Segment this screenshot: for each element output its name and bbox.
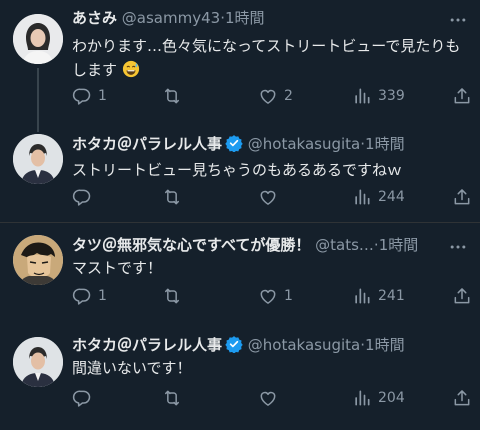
views-button[interactable]: 241 <box>352 284 405 308</box>
views-icon <box>352 86 372 106</box>
tweet-text-line: 間違いないです！ <box>72 359 192 377</box>
tweet-4[interactable]: ホタカ＠パラレル人事 @hotakasugita·1時間 間違いないです！ 20… <box>0 325 480 430</box>
user-handle[interactable]: @asammy43 <box>122 9 220 27</box>
retweet-icon <box>162 286 182 306</box>
views-count: 204 <box>378 390 405 406</box>
retweet-button[interactable] <box>162 386 188 410</box>
avatar[interactable] <box>13 337 63 387</box>
views-count: 244 <box>378 189 405 205</box>
tweet-header: ホタカ＠パラレル人事 @hotakasugita·1時間 <box>72 335 405 355</box>
tweet-actions: 204 <box>72 386 472 410</box>
like-button[interactable]: 2 <box>258 84 293 108</box>
like-count: 1 <box>284 288 293 304</box>
user-handle[interactable]: @tats… <box>315 236 374 254</box>
reply-button[interactable] <box>72 185 98 209</box>
views-button[interactable]: 244 <box>352 185 405 209</box>
verified-badge-icon <box>225 335 243 353</box>
tweet-actions: 244 <box>72 185 472 209</box>
like-icon <box>258 187 278 207</box>
tweet-1[interactable]: あさみ @asammy43·1時間 わかります…色々気になってストリートビューで… <box>0 0 480 112</box>
thread-line <box>37 68 39 112</box>
tweet-text-line: します <box>72 58 472 82</box>
views-button[interactable]: 339 <box>352 84 405 108</box>
more-icon[interactable] <box>448 237 468 257</box>
reply-count: 1 <box>98 88 107 104</box>
like-count: 2 <box>284 88 293 104</box>
reply-icon <box>72 286 92 306</box>
grinning-sweat-emoji <box>122 60 139 78</box>
timestamp[interactable]: 1時間 <box>365 336 405 354</box>
tweet-actions: 1 1 241 <box>72 284 472 308</box>
reply-icon <box>72 388 92 408</box>
tweet-header: ホタカ＠パラレル人事 @hotakasugita·1時間 <box>72 134 405 154</box>
like-icon <box>258 86 278 106</box>
tweet-text: ストリートビュー見ちゃうのもあるあるですねｗ <box>72 158 472 182</box>
views-icon <box>352 187 372 207</box>
views-button[interactable]: 204 <box>352 386 405 410</box>
reply-count: 1 <box>98 288 107 304</box>
reply-icon <box>72 187 92 207</box>
verified-badge-icon <box>225 134 243 152</box>
display-name[interactable]: ホタカ＠パラレル人事 <box>72 336 222 354</box>
display-name[interactable]: ホタカ＠パラレル人事 <box>72 135 222 153</box>
display-name[interactable]: タツ＠無邪気な心ですべてが優勝！ <box>72 236 310 254</box>
like-icon <box>258 286 278 306</box>
tweet-text-line: ストリートビュー見ちゃうのもあるあるですねｗ <box>72 161 403 179</box>
tweet-header: タツ＠無邪気な心ですべてが優勝！ @tats…·1時間 <box>72 235 418 255</box>
tweet-actions: 1 2 339 <box>72 84 472 108</box>
views-count: 339 <box>378 88 405 104</box>
user-handle[interactable]: @hotakasugita <box>248 336 360 354</box>
reply-icon <box>72 86 92 106</box>
tweet-text-line: マストです！ <box>72 259 163 277</box>
share-icon <box>452 286 472 306</box>
retweet-icon <box>162 388 182 408</box>
thread-line <box>37 112 39 132</box>
tweet-3[interactable]: タツ＠無邪気な心ですべてが優勝！ @tats…·1時間 マストです！ 1 1 2… <box>0 223 480 325</box>
more-icon[interactable] <box>448 10 468 30</box>
views-count: 241 <box>378 288 405 304</box>
retweet-icon <box>162 86 182 106</box>
tweet-text: 間違いないです！ <box>72 356 472 380</box>
share-button[interactable] <box>452 185 478 209</box>
share-button[interactable] <box>452 386 478 410</box>
avatar[interactable] <box>13 134 63 184</box>
retweet-button[interactable] <box>162 84 188 108</box>
share-icon <box>452 388 472 408</box>
share-button[interactable] <box>452 284 478 308</box>
avatar[interactable] <box>13 14 63 64</box>
views-icon <box>352 286 372 306</box>
tweet-header: あさみ @asammy43·1時間 <box>72 8 265 28</box>
timestamp[interactable]: 1時間 <box>225 9 265 27</box>
views-icon <box>352 388 372 408</box>
share-icon <box>452 187 472 207</box>
avatar[interactable] <box>13 235 63 285</box>
reply-button[interactable]: 1 <box>72 84 107 108</box>
timestamp[interactable]: 1時間 <box>379 236 419 254</box>
retweet-button[interactable] <box>162 284 188 308</box>
timestamp[interactable]: 1時間 <box>365 135 405 153</box>
like-button[interactable] <box>258 185 284 209</box>
reply-button[interactable]: 1 <box>72 284 107 308</box>
reply-button[interactable] <box>72 386 98 410</box>
share-button[interactable] <box>452 84 478 108</box>
tweet-text: マストです！ <box>72 256 472 280</box>
tweet-text-line: わかります…色々気になってストリートビューで見たりも <box>72 37 461 55</box>
like-icon <box>258 388 278 408</box>
tweet-text: わかります…色々気になってストリートビューで見たりも します <box>72 34 472 82</box>
like-button[interactable] <box>258 386 284 410</box>
display-name[interactable]: あさみ <box>72 9 117 27</box>
retweet-icon <box>162 187 182 207</box>
retweet-button[interactable] <box>162 185 188 209</box>
like-button[interactable]: 1 <box>258 284 293 308</box>
tweet-2[interactable]: ホタカ＠パラレル人事 @hotakasugita·1時間 ストリートビュー見ちゃ… <box>0 112 480 222</box>
share-icon <box>452 86 472 106</box>
user-handle[interactable]: @hotakasugita <box>248 135 360 153</box>
